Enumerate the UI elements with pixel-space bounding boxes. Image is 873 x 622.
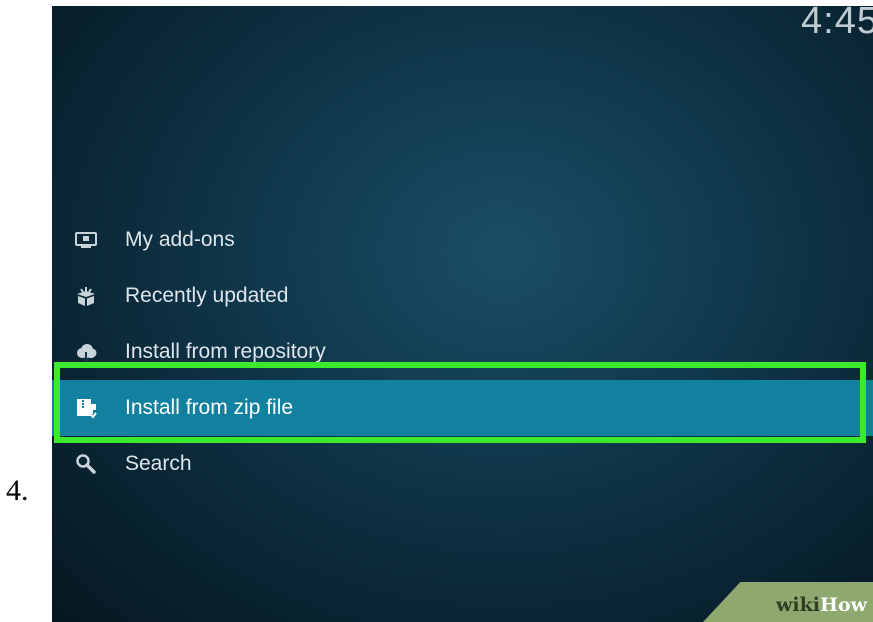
kodi-addon-browser-screen: 4:45 My add-ons Recently updated Install… xyxy=(52,6,873,622)
menu-item-label: My add-ons xyxy=(125,228,235,251)
addon-menu: My add-ons Recently updated Install from… xyxy=(52,212,873,492)
clock: 4:45 xyxy=(801,6,873,42)
menu-item-search[interactable]: Search xyxy=(52,436,873,492)
wikihow-logo-how: How xyxy=(820,594,867,616)
menu-item-my-addons[interactable]: My add-ons xyxy=(52,212,873,268)
menu-item-label: Recently updated xyxy=(125,284,289,307)
zip-install-icon xyxy=(74,396,98,420)
menu-item-label: Install from repository xyxy=(125,340,326,363)
menu-item-recently-updated[interactable]: Recently updated xyxy=(52,268,873,324)
menu-item-label: Search xyxy=(125,452,192,475)
wikihow-logo-wiki: wiki xyxy=(776,594,821,616)
menu-item-install-from-zip[interactable]: Install from zip file xyxy=(52,380,873,436)
open-box-icon xyxy=(74,284,98,308)
search-icon xyxy=(74,452,98,476)
menu-item-label: Install from zip file xyxy=(125,396,294,419)
step-number: 4. xyxy=(6,474,29,507)
cloud-download-icon xyxy=(74,340,98,364)
wikihow-logo: wikiHow xyxy=(776,594,867,616)
monitor-icon xyxy=(74,228,98,252)
menu-item-install-from-repository[interactable]: Install from repository xyxy=(52,324,873,380)
